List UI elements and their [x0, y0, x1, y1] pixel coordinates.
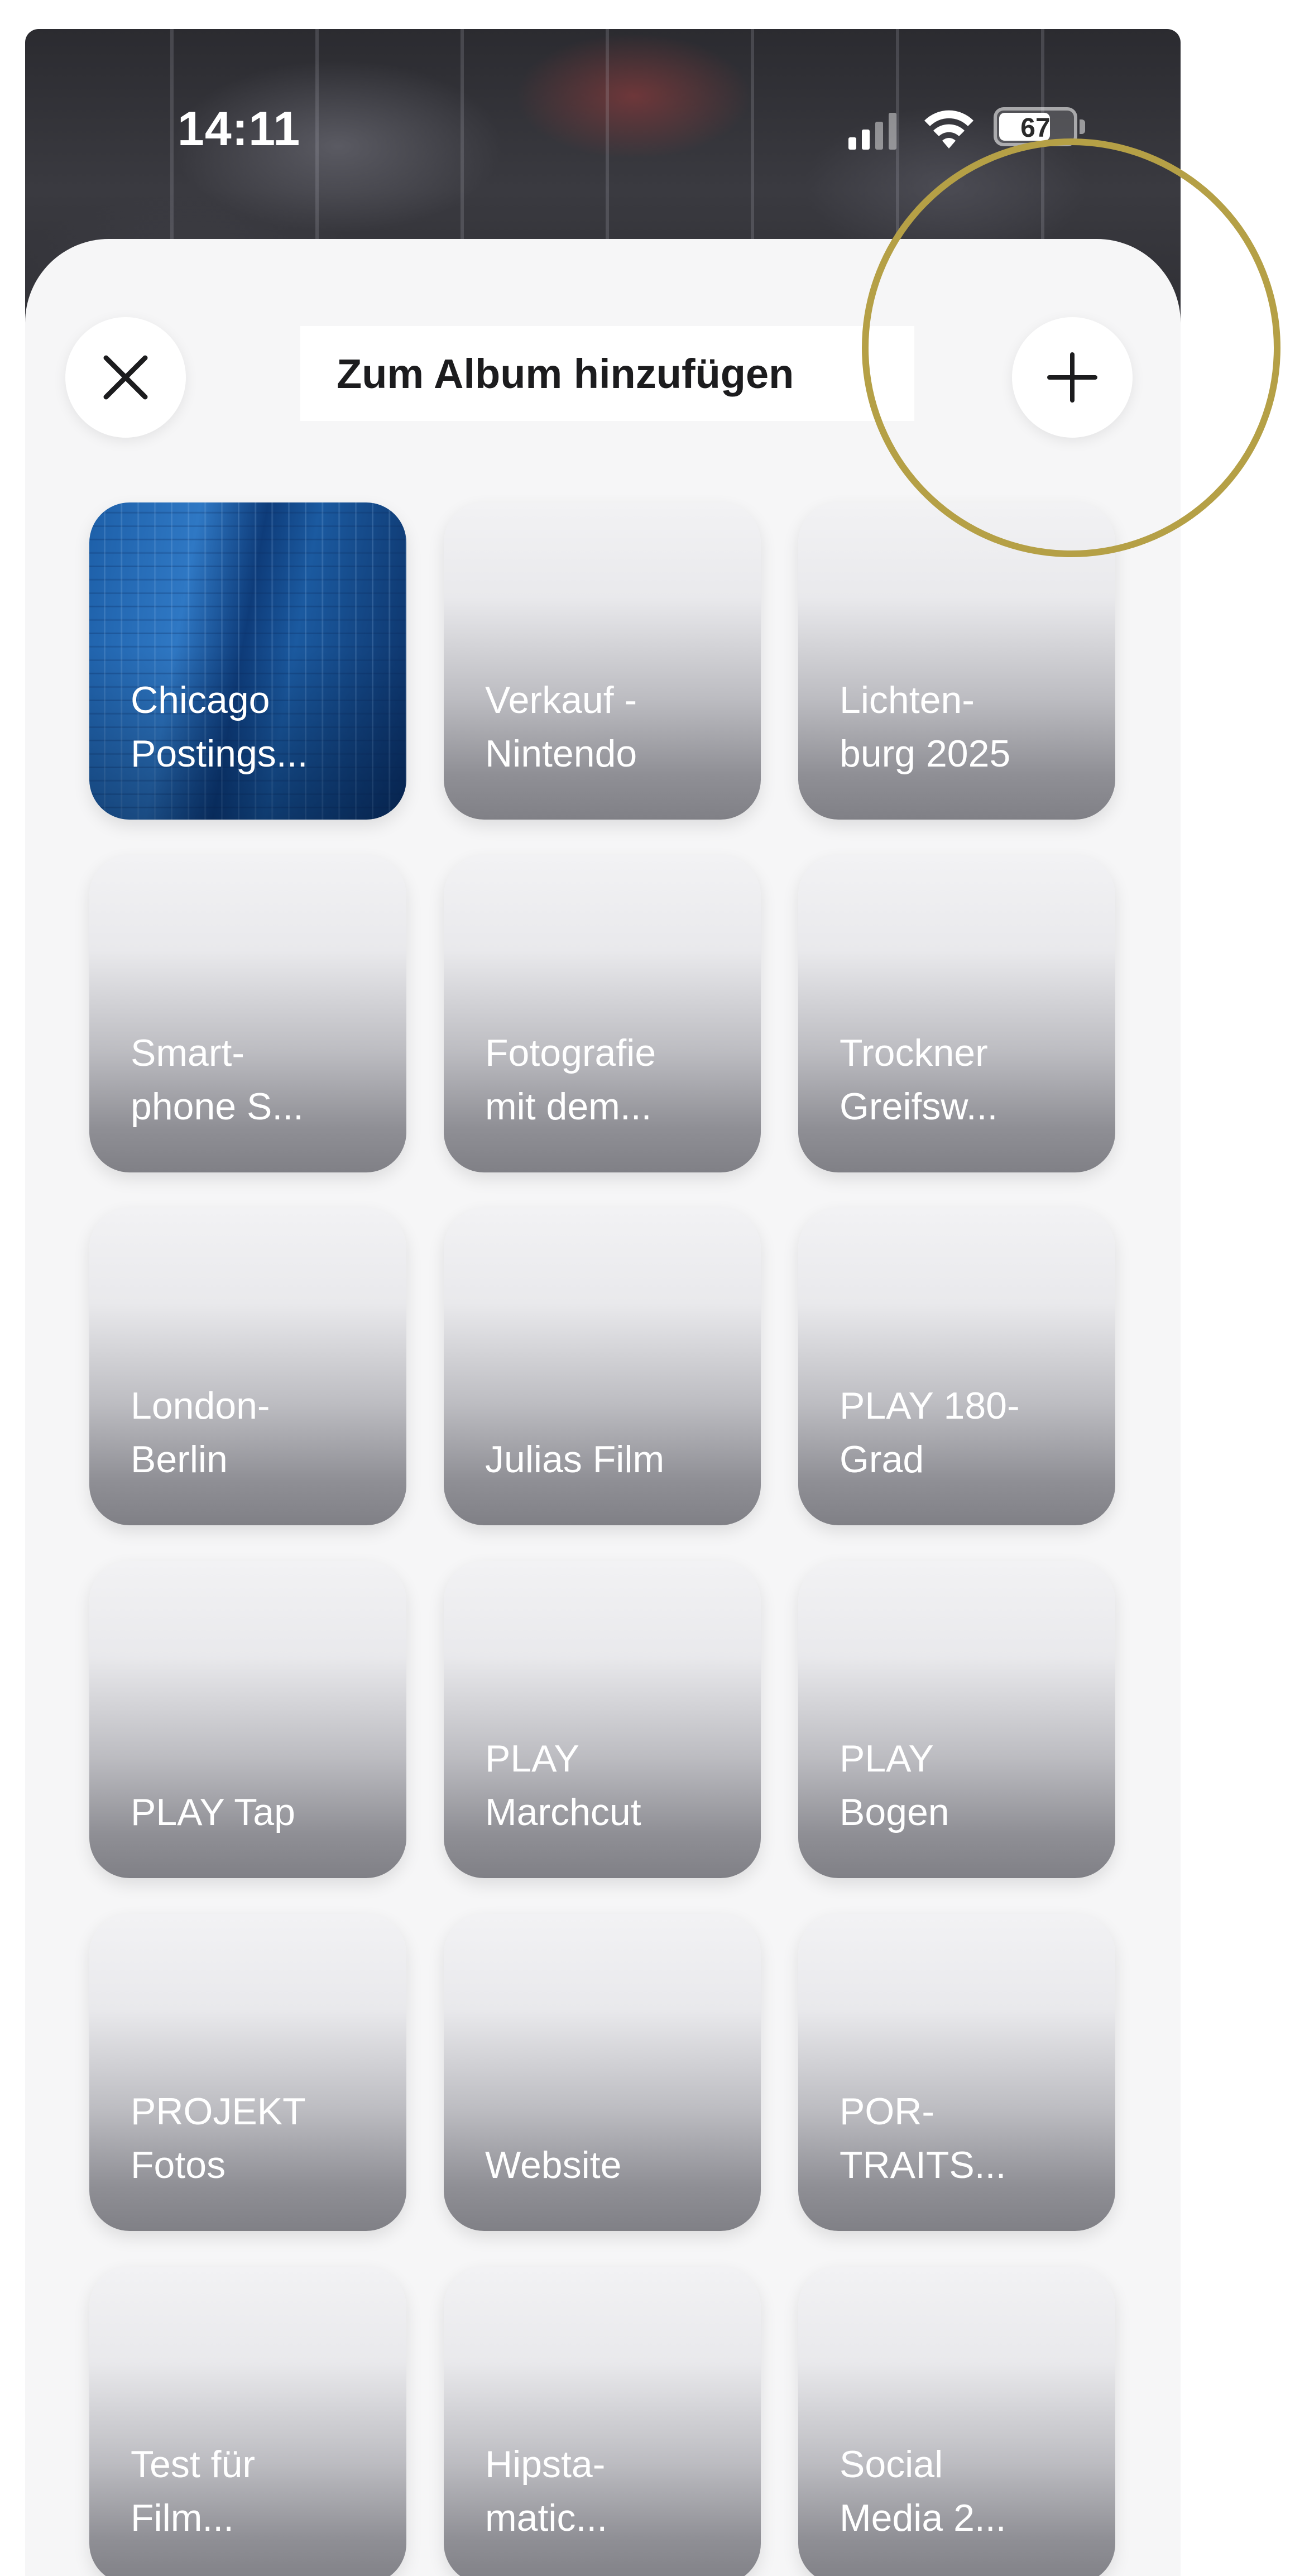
album-title: PLAY Marchcut — [485, 1732, 747, 1839]
album-tile[interactable]: Chicago Postings... — [89, 502, 406, 820]
album-title-line-2: matic... — [485, 2497, 608, 2539]
album-title-line-1: Hipsta- — [485, 2443, 606, 2486]
album-tile[interactable]: Website — [444, 1914, 761, 2231]
screen: 14:11 67 Zum Album hinzufügen Chicago Po… — [0, 0, 1295, 2576]
highlight-annotation — [862, 138, 1280, 557]
status-time: 14:11 — [178, 102, 301, 156]
album-title-line-2: TRAITS... — [840, 2144, 1006, 2186]
album-tile[interactable]: Social Media 2... — [798, 2267, 1115, 2576]
album-title: PLAY Tap — [131, 1785, 393, 1839]
album-title-line-1: Test für — [131, 2443, 255, 2486]
album-title-line-1: PLAY — [485, 1737, 579, 1780]
album-tile[interactable]: Verkauf - Nintendo — [444, 502, 761, 820]
album-tile[interactable]: PROJEKT Fotos — [89, 1914, 406, 2231]
album-title: PROJEKT Fotos — [131, 2085, 393, 2192]
album-tile[interactable]: Test für Film... — [89, 2267, 406, 2576]
album-title-line-2: Postings... — [131, 732, 308, 775]
album-title-line-2: Fotos — [131, 2144, 226, 2186]
album-title-line-2: Film... — [131, 2497, 234, 2539]
album-title-line-2: Website — [485, 2144, 622, 2186]
album-title-line-1: PLAY 180- — [840, 1385, 1020, 1427]
album-title: Trockner Greifsw... — [840, 1026, 1102, 1133]
album-tile[interactable]: PLAY Bogen — [798, 1561, 1115, 1878]
album-title: London- Berlin — [131, 1379, 393, 1486]
album-title: Hipsta-matic... — [485, 2438, 747, 2545]
album-title-line-1: PROJEKT — [131, 2090, 306, 2133]
album-title-line-1: Social — [840, 2443, 943, 2486]
album-title-line-2: PLAY Tap — [131, 1791, 295, 1833]
album-title: Social Media 2... — [840, 2438, 1102, 2545]
album-title-line-2: Grad — [840, 1438, 924, 1481]
album-title-line-2: Greifsw... — [840, 1085, 998, 1128]
close-icon — [103, 355, 148, 400]
album-title: Smart-phone S... — [131, 1026, 393, 1133]
album-tile[interactable]: Hipsta-matic... — [444, 2267, 761, 2576]
album-title: Fotografie mit dem... — [485, 1026, 747, 1133]
album-title: POR- TRAITS... — [840, 2085, 1102, 2192]
album-title: Verkauf - Nintendo — [485, 673, 747, 781]
album-title-line-2: Media 2... — [840, 2497, 1006, 2539]
album-title: Julias Film — [485, 1433, 747, 1486]
cellular-signal-icon — [848, 111, 915, 150]
album-title-line-2: Marchcut — [485, 1791, 641, 1833]
album-title-line-1: Fotografie — [485, 1032, 656, 1074]
album-title-line-1: Chicago — [131, 679, 270, 721]
sheet-title: Zum Album hinzufügen — [300, 326, 914, 421]
album-title: Test für Film... — [131, 2438, 393, 2545]
album-title-line-1: POR- — [840, 2090, 934, 2133]
album-tile[interactable]: Smart-phone S... — [89, 855, 406, 1172]
album-tile[interactable]: London- Berlin — [89, 1208, 406, 1525]
album-title-line-1: Verkauf - — [485, 679, 637, 721]
album-title: Chicago Postings... — [131, 673, 393, 781]
album-tile[interactable]: PLAY 180- Grad — [798, 1208, 1115, 1525]
album-tile[interactable]: PLAY Marchcut — [444, 1561, 761, 1878]
album-title: PLAY Bogen — [840, 1732, 1102, 1839]
album-title: PLAY 180- Grad — [840, 1379, 1102, 1486]
album-title-line-2: phone S... — [131, 1085, 304, 1128]
wifi-icon — [924, 110, 973, 149]
add-to-album-sheet: Zum Album hinzufügen Chicago Postings... V… — [25, 239, 1181, 2576]
album-title-line-2: Berlin — [131, 1438, 228, 1481]
album-title-line-1: Lichten- — [840, 679, 975, 721]
album-title: Lichten-burg 2025 — [840, 673, 1102, 781]
album-tile[interactable]: POR- TRAITS... — [798, 1914, 1115, 2231]
album-title-line-2: Julias Film — [485, 1438, 665, 1481]
album-title-line-1: Trockner — [840, 1032, 988, 1074]
album-title-line-2: burg 2025 — [840, 732, 1011, 775]
album-tile[interactable]: PLAY Tap — [89, 1561, 406, 1878]
album-title: Website — [485, 2138, 747, 2192]
close-button[interactable] — [65, 317, 186, 438]
album-tile[interactable]: Fotografie mit dem... — [444, 855, 761, 1172]
album-tile[interactable]: Trockner Greifsw... — [798, 855, 1115, 1172]
album-title-line-2: Bogen — [840, 1791, 949, 1833]
album-title-line-1: PLAY — [840, 1737, 934, 1780]
album-title-line-2: mit dem... — [485, 1085, 652, 1128]
album-title-line-1: Smart- — [131, 1032, 244, 1074]
album-tile[interactable]: Julias Film — [444, 1208, 761, 1525]
album-title-line-1: London- — [131, 1385, 270, 1427]
album-title-line-2: Nintendo — [485, 732, 637, 775]
